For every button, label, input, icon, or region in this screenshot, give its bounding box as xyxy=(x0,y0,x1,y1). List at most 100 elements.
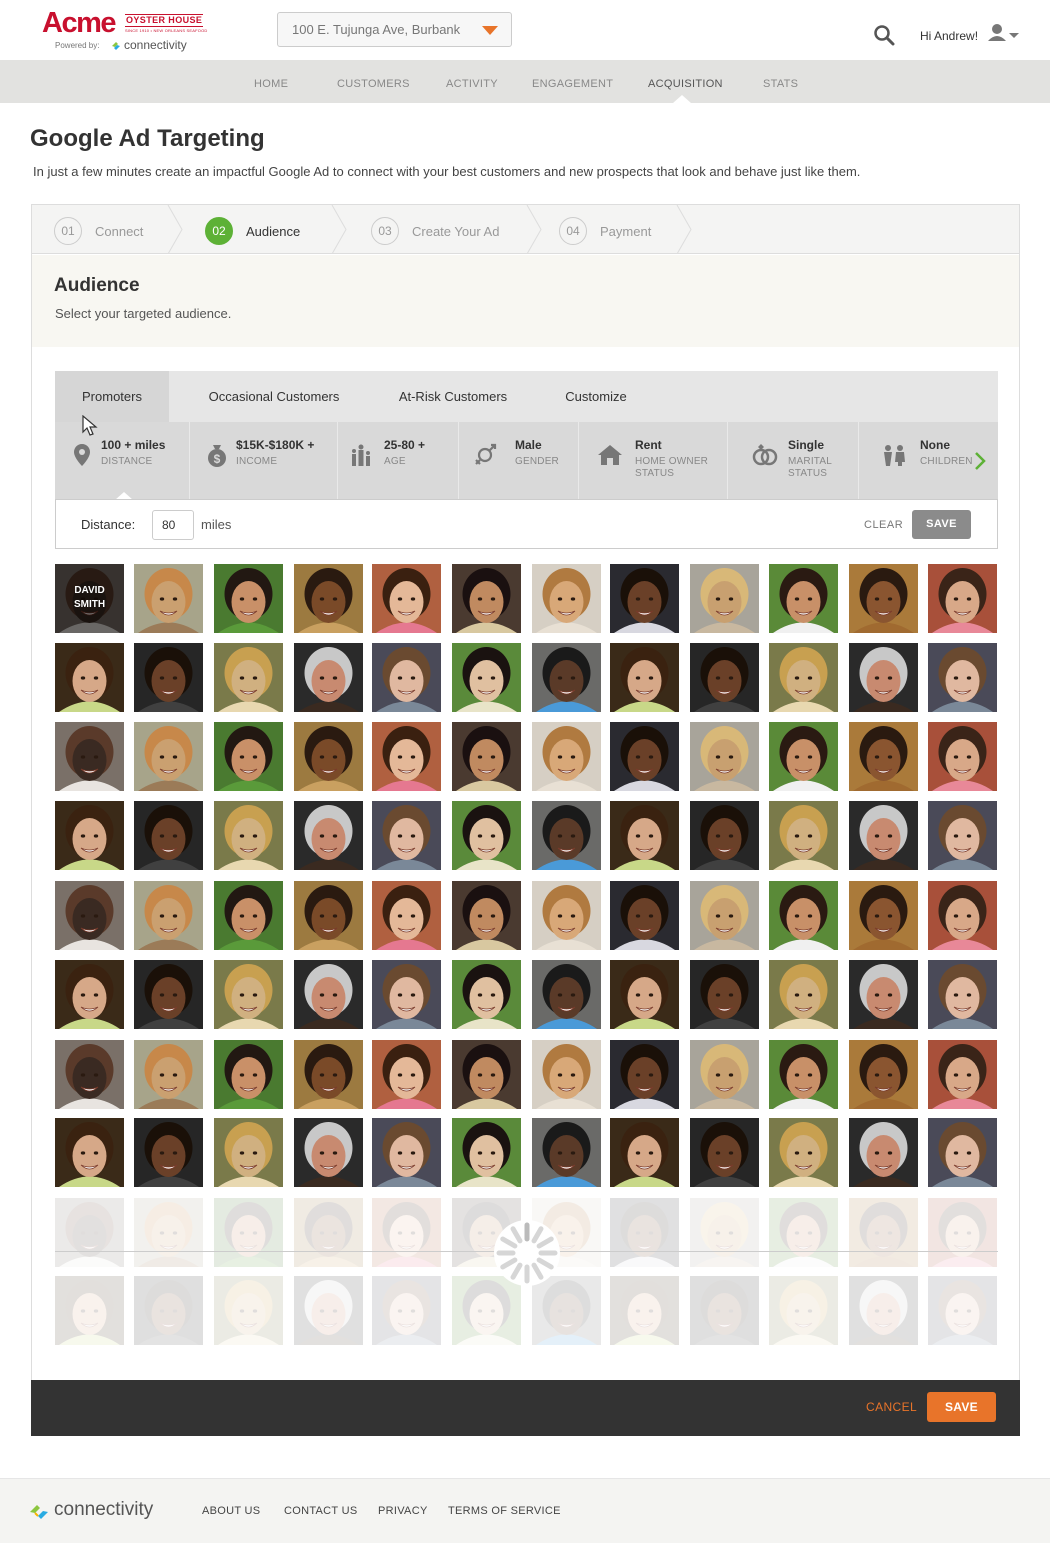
audience-photo[interactable] xyxy=(610,643,679,712)
audience-photo[interactable] xyxy=(214,881,283,950)
audience-photo[interactable] xyxy=(769,1118,838,1187)
nav-stats[interactable]: STATS xyxy=(763,78,798,90)
audience-photo[interactable] xyxy=(610,801,679,870)
filter-marital[interactable]: Single MARITAL STATUS xyxy=(728,422,859,500)
audience-photo[interactable] xyxy=(610,1040,679,1109)
audience-photo[interactable] xyxy=(214,1198,283,1267)
audience-photo[interactable] xyxy=(928,1118,997,1187)
audience-photo[interactable] xyxy=(372,643,441,712)
audience-photo[interactable] xyxy=(928,1198,997,1267)
audience-photo[interactable] xyxy=(690,1118,759,1187)
audience-photo[interactable] xyxy=(372,564,441,633)
audience-photo[interactable] xyxy=(55,1276,124,1345)
audience-photo[interactable] xyxy=(55,1118,124,1187)
distance-input[interactable]: 80 xyxy=(152,510,194,540)
audience-photo[interactable] xyxy=(294,801,363,870)
nav-activity[interactable]: ACTIVITY xyxy=(446,78,498,90)
audience-photo[interactable] xyxy=(294,643,363,712)
connectivity-logo-icon[interactable] xyxy=(28,1503,50,1521)
nav-home[interactable]: HOME xyxy=(254,78,288,90)
audience-photo[interactable] xyxy=(928,1276,997,1345)
audience-photo[interactable] xyxy=(55,1198,124,1267)
audience-photo[interactable] xyxy=(134,1118,203,1187)
audience-photo[interactable] xyxy=(294,1198,363,1267)
footer-link-privacy[interactable]: PRIVACY xyxy=(378,1505,428,1517)
tab-promoters[interactable]: Promoters xyxy=(55,371,169,422)
audience-photo[interactable] xyxy=(610,960,679,1029)
audience-photo[interactable] xyxy=(55,643,124,712)
audience-photo[interactable] xyxy=(214,643,283,712)
audience-photo[interactable] xyxy=(452,564,521,633)
audience-photo[interactable] xyxy=(610,722,679,791)
audience-photo[interactable] xyxy=(372,801,441,870)
audience-photo[interactable] xyxy=(214,722,283,791)
audience-photo[interactable] xyxy=(55,960,124,1029)
audience-photo[interactable] xyxy=(55,881,124,950)
audience-photo[interactable] xyxy=(452,881,521,950)
audience-photo[interactable] xyxy=(928,722,997,791)
audience-photo[interactable] xyxy=(690,960,759,1029)
audience-photo[interactable] xyxy=(55,1040,124,1109)
clear-button[interactable]: CLEAR xyxy=(864,519,903,531)
audience-photo[interactable] xyxy=(294,1040,363,1109)
filter-income[interactable]: $ $15K-$180K + INCOME xyxy=(190,422,338,500)
audience-photo[interactable] xyxy=(294,1118,363,1187)
audience-photo[interactable] xyxy=(214,1118,283,1187)
audience-photo[interactable] xyxy=(372,1040,441,1109)
audience-photo[interactable] xyxy=(769,643,838,712)
audience-photo[interactable] xyxy=(532,881,601,950)
audience-photo[interactable] xyxy=(372,1276,441,1345)
audience-photo[interactable] xyxy=(849,1118,918,1187)
audience-photo[interactable] xyxy=(294,722,363,791)
audience-photo[interactable] xyxy=(849,881,918,950)
audience-photo[interactable]: DAVID SMITH xyxy=(55,564,124,633)
footer-link-about[interactable]: ABOUT US xyxy=(202,1505,260,1517)
audience-photo[interactable] xyxy=(849,1276,918,1345)
tab-occasional-customers[interactable]: Occasional Customers xyxy=(169,371,379,422)
audience-photo[interactable] xyxy=(452,722,521,791)
filter-home-owner[interactable]: Rent HOME OWNER STATUS xyxy=(579,422,728,500)
audience-photo[interactable] xyxy=(769,722,838,791)
audience-photo[interactable] xyxy=(769,881,838,950)
audience-photo[interactable] xyxy=(372,1198,441,1267)
audience-photo[interactable] xyxy=(849,801,918,870)
audience-photo[interactable] xyxy=(134,960,203,1029)
audience-photo[interactable] xyxy=(610,1276,679,1345)
audience-photo[interactable] xyxy=(849,643,918,712)
audience-photo[interactable] xyxy=(769,1276,838,1345)
audience-photo[interactable] xyxy=(134,1198,203,1267)
audience-photo[interactable] xyxy=(532,1276,601,1345)
audience-photo[interactable] xyxy=(928,1040,997,1109)
location-select[interactable]: 100 E. Tujunga Ave, Burbank xyxy=(277,12,512,47)
audience-photo[interactable] xyxy=(928,564,997,633)
audience-photo[interactable] xyxy=(849,1198,918,1267)
filter-age[interactable]: 25-80 + AGE xyxy=(338,422,459,500)
filter-gender[interactable]: Male GENDER xyxy=(459,422,579,500)
audience-photo[interactable] xyxy=(452,960,521,1029)
audience-photo[interactable] xyxy=(532,801,601,870)
acme-logo[interactable]: Acme OYSTER HOUSE SINCE 1910 • NEW ORLEA… xyxy=(42,8,212,54)
audience-photo[interactable] xyxy=(690,1040,759,1109)
nav-acquisition[interactable]: ACQUISITION xyxy=(648,78,723,90)
audience-photo[interactable] xyxy=(610,1198,679,1267)
tab-at-risk-customers[interactable]: At-Risk Customers xyxy=(379,371,527,422)
footer-link-contact[interactable]: CONTACT US xyxy=(284,1505,358,1517)
audience-photo[interactable] xyxy=(134,881,203,950)
audience-photo[interactable] xyxy=(134,1276,203,1345)
audience-photo[interactable] xyxy=(452,1040,521,1109)
audience-photo[interactable] xyxy=(690,881,759,950)
audience-photo[interactable] xyxy=(134,1040,203,1109)
audience-photo[interactable] xyxy=(294,1276,363,1345)
audience-photo[interactable] xyxy=(690,801,759,870)
audience-photo[interactable] xyxy=(928,801,997,870)
audience-photo[interactable] xyxy=(372,881,441,950)
audience-photo[interactable] xyxy=(532,643,601,712)
audience-photo[interactable] xyxy=(690,564,759,633)
audience-photo[interactable] xyxy=(372,722,441,791)
audience-photo[interactable] xyxy=(532,722,601,791)
audience-photo[interactable] xyxy=(214,564,283,633)
footer-brand[interactable]: connectivity xyxy=(54,1499,153,1521)
audience-photo[interactable] xyxy=(849,960,918,1029)
nav-engagement[interactable]: ENGAGEMENT xyxy=(532,78,613,90)
audience-photo[interactable] xyxy=(134,564,203,633)
